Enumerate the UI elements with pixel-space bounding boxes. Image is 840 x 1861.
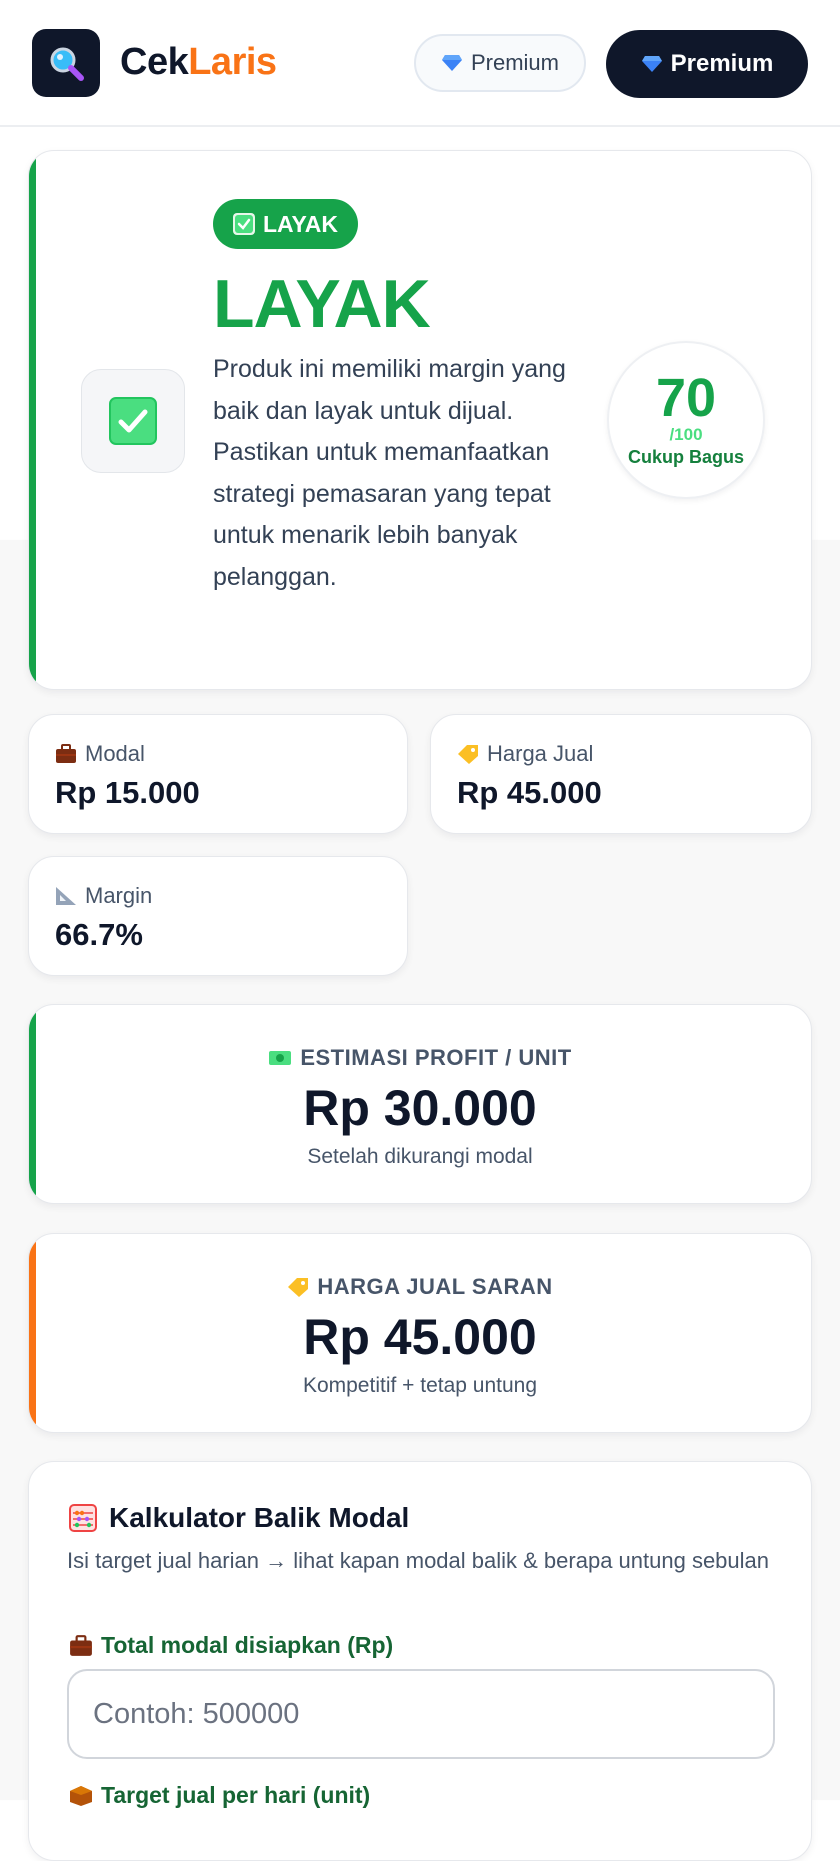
briefcase-icon [55,744,77,764]
profit-value: Rp 30.000 [303,1080,537,1136]
profit-sub: Setelah dikurangi modal [307,1145,533,1168]
modal-input[interactable] [67,1669,775,1759]
calculator-title-text: Kalkulator Balik Modal [109,1502,410,1533]
tag-icon [457,744,479,764]
brand-part-1: Cek [120,41,189,83]
stat-card-margin: Margin 66.7% [28,856,408,976]
stat-value: Rp 45.000 [457,775,602,810]
stat-label-text: Margin [85,883,153,908]
premium-outline-button[interactable]: Premium [414,34,586,92]
saran-label-text: HARGA JUAL SARAN [317,1274,553,1299]
money-icon [268,1049,292,1067]
profit-label-text: ESTIMASI PROFIT / UNIT [300,1045,572,1070]
brand-name: CekLaris [120,41,277,84]
field-label-target: Target jual per hari (unit) [69,1782,370,1809]
stat-label: Margin [55,883,152,909]
calculator-subtitle: Isi target jual harian → lihat kapan mod… [67,1548,770,1573]
score-label: Cukup Bagus [627,447,744,467]
saran-value: Rp 45.000 [303,1309,537,1365]
stat-label-text: Harga Jual [487,741,594,766]
briefcase-icon [69,1634,93,1657]
premium-dark-button[interactable]: Premium [606,30,808,98]
profit-card: ESTIMASI PROFIT / UNIT Rp 30.000 Setelah… [28,1004,812,1204]
stat-label: Harga Jual [457,741,593,767]
stat-card-modal: Modal Rp 15.000 [28,714,408,834]
gem-icon [441,54,463,72]
abacus-icon [69,1504,97,1532]
stat-value: Rp 15.000 [55,775,200,810]
magnifier-icon [46,43,86,83]
verdict-card: LAYAK LAYAK Produk ini memiliki margin y… [28,150,812,690]
score-max: /100 [669,425,703,444]
saran-label: HARGA JUAL SARAN [29,1274,811,1300]
logo[interactable] [32,28,100,97]
score-value: 70 [655,368,717,428]
gem-icon [641,55,663,73]
app-header: CekLaris Premium Premium [0,0,840,127]
brand-part-2: Laris [188,41,277,83]
check-icon [233,213,255,235]
calculator-card: Kalkulator Balik Modal Isi target jual h… [28,1461,812,1861]
verdict-icon-box [81,369,185,473]
stat-card-harga-jual: Harga Jual Rp 45.000 [430,714,812,834]
box-icon [69,1785,93,1807]
check-icon [109,397,157,445]
ruler-icon [55,886,77,906]
stat-label: Modal [55,741,145,767]
profit-label: ESTIMASI PROFIT / UNIT [29,1045,811,1071]
stat-label-text: Modal [85,741,145,766]
saran-card: HARGA JUAL SARAN Rp 45.000 Kompetitif + … [28,1233,812,1433]
score-circle: 70 /100 Cukup Bagus [607,341,765,499]
tag-icon [287,1277,309,1297]
field-label-target-text: Target jual per hari (unit) [101,1782,371,1808]
stat-value: 66.7% [55,917,143,952]
verdict-description: Produk ini memiliki margin yang baik dan… [213,355,566,591]
premium-dark-label: Premium [670,50,774,77]
status-badge: LAYAK [213,199,358,249]
field-label-modal: Total modal disiapkan (Rp) [69,1632,393,1659]
verdict-title: LAYAK [213,266,431,342]
status-badge-label: LAYAK [263,210,338,237]
premium-outline-label: Premium [470,50,559,75]
saran-sub: Kompetitif + tetap untung [302,1374,538,1397]
field-label-modal-text: Total modal disiapkan (Rp) [101,1632,394,1658]
calculator-title: Kalkulator Balik Modal [69,1502,409,1534]
